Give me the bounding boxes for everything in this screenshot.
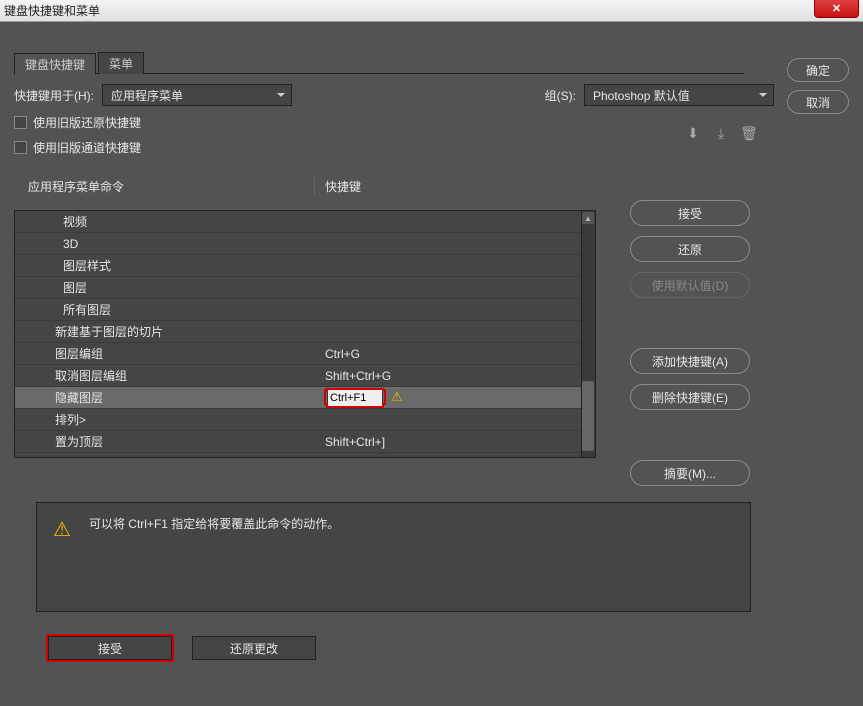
row-command: 图层 xyxy=(15,279,315,296)
row-command: 置为顶层 xyxy=(15,433,315,450)
tab-shortcuts[interactable]: 键盘快捷键 xyxy=(14,53,96,75)
undo-changes-button[interactable]: 还原更改 xyxy=(192,636,316,660)
undo-button[interactable]: 还原 xyxy=(630,236,750,262)
close-icon: ✕ xyxy=(832,2,841,15)
ok-button[interactable]: 确定 xyxy=(787,58,849,82)
set-dropdown[interactable]: Photoshop 默认值 xyxy=(584,84,774,106)
row-command: 视频 xyxy=(15,213,315,230)
right-button-column: 确定 取消 xyxy=(787,58,849,114)
config-row: 快捷键用于(H): 应用程序菜单 组(S): Photoshop 默认值 xyxy=(14,84,774,106)
legacy-undo-label: 使用旧版还原快捷键 xyxy=(33,114,141,131)
shortcuts-for-dropdown[interactable]: 应用程序菜单 xyxy=(102,84,292,106)
set-label: 组(S): xyxy=(545,87,576,104)
warning-icon: ⚠ xyxy=(53,517,71,599)
row-command: 图层样式 xyxy=(15,257,315,274)
table-row[interactable]: 图层 xyxy=(15,277,595,299)
row-command: 排列> xyxy=(15,411,315,428)
add-shortcut-button[interactable]: 添加快捷键(A) xyxy=(630,348,750,374)
table-row[interactable]: 隐藏图层 Ctrl+F1 ⚠ xyxy=(15,387,595,409)
row-shortcut: Ctrl+F1 ⚠ xyxy=(315,389,581,407)
warning-icon: ⚠ xyxy=(391,389,403,404)
table-row[interactable]: 新建基于图层的切片 xyxy=(15,321,595,343)
table-row[interactable]: 3D xyxy=(15,233,595,255)
col-command: 应用程序菜单命令 xyxy=(14,178,314,195)
legacy-undo-checkbox[interactable] xyxy=(14,116,27,129)
row-shortcut: Shift+Ctrl+G xyxy=(315,369,581,383)
main-panel: 键盘快捷键 菜单 快捷键用于(H): 应用程序菜单 组(S): Photosho… xyxy=(14,52,774,458)
set-icons: ⬇ ⤓ 🗑 xyxy=(684,124,758,142)
tab-menus[interactable]: 菜单 xyxy=(98,52,144,74)
row-command: 图层编组 xyxy=(15,345,315,362)
close-button[interactable]: ✕ xyxy=(814,0,859,18)
shortcut-input[interactable]: Ctrl+F1 xyxy=(327,389,383,407)
delete-shortcut-button[interactable]: 删除快捷键(E) xyxy=(630,384,750,410)
table-header: 应用程序菜单命令 快捷键 xyxy=(14,174,596,198)
window-title: 键盘快捷键和菜单 xyxy=(4,2,100,19)
legacy-channel-checkbox[interactable] xyxy=(14,141,27,154)
use-default-button: 使用默认值(D) xyxy=(630,272,750,298)
accept-button[interactable]: 接受 xyxy=(630,200,750,226)
table-row[interactable]: 排列> xyxy=(15,409,595,431)
row-command: 所有图层 xyxy=(15,301,315,318)
summary-button[interactable]: 摘要(M)... xyxy=(630,460,750,486)
cancel-button[interactable]: 取消 xyxy=(787,90,849,114)
table-row[interactable]: 图层编组Ctrl+G xyxy=(15,343,595,365)
shortcuts-for-value: 应用程序菜单 xyxy=(111,87,183,104)
table-row[interactable]: 图层样式 xyxy=(15,255,595,277)
dialog-body: 确定 取消 键盘快捷键 菜单 快捷键用于(H): 应用程序菜单 组(S): Ph… xyxy=(0,22,863,706)
row-command: 3D xyxy=(15,237,315,251)
set-value: Photoshop 默认值 xyxy=(593,87,690,104)
row-command: 取消图层编组 xyxy=(15,367,315,384)
titlebar: 键盘快捷键和菜单 ✕ xyxy=(0,0,863,22)
row-shortcut: Ctrl+G xyxy=(315,347,581,361)
tabs: 键盘快捷键 菜单 xyxy=(14,52,744,74)
message-text: 可以将 Ctrl+F1 指定给将要覆盖此命令的动作。 xyxy=(89,515,339,599)
scrollbar[interactable]: ▲ xyxy=(581,211,595,457)
legacy-channel-row: 使用旧版通道快捷键 xyxy=(14,139,774,156)
shortcuts-for-label: 快捷键用于(H): xyxy=(14,87,94,104)
table-row[interactable]: 所有图层 xyxy=(15,299,595,321)
bottom-buttons: 接受 还原更改 xyxy=(48,636,316,660)
legacy-channel-label: 使用旧版通道快捷键 xyxy=(33,139,141,156)
row-command: 新建基于图层的切片 xyxy=(15,323,315,340)
table-body: 视频3D图层样式图层所有图层新建基于图层的切片图层编组Ctrl+G取消图层编组S… xyxy=(14,210,596,458)
delete-set-icon[interactable]: 🗑 xyxy=(740,124,758,142)
message-box: ⚠ 可以将 Ctrl+F1 指定给将要覆盖此命令的动作。 xyxy=(36,502,751,612)
accept-bottom-button[interactable]: 接受 xyxy=(48,636,172,660)
table-row[interactable]: 置为顶层Shift+Ctrl+] xyxy=(15,431,595,453)
save-set-icon[interactable]: ⬇ xyxy=(684,124,702,142)
row-command: 隐藏图层 xyxy=(15,389,315,406)
scroll-thumb[interactable] xyxy=(582,381,594,451)
table-row[interactable]: 取消图层编组Shift+Ctrl+G xyxy=(15,365,595,387)
table-area: 应用程序菜单命令 快捷键 视频3D图层样式图层所有图层新建基于图层的切片图层编组… xyxy=(14,174,596,458)
col-shortcut: 快捷键 xyxy=(314,178,596,195)
row-shortcut: Shift+Ctrl+] xyxy=(315,435,581,449)
scroll-up-icon[interactable]: ▲ xyxy=(582,212,594,224)
side-buttons: 接受 还原 使用默认值(D) 添加快捷键(A) 删除快捷键(E) 摘要(M)..… xyxy=(630,200,758,486)
legacy-undo-row: 使用旧版还原快捷键 xyxy=(14,114,774,131)
save-set-as-icon[interactable]: ⤓ xyxy=(712,124,730,142)
table-row[interactable]: 视频 xyxy=(15,211,595,233)
